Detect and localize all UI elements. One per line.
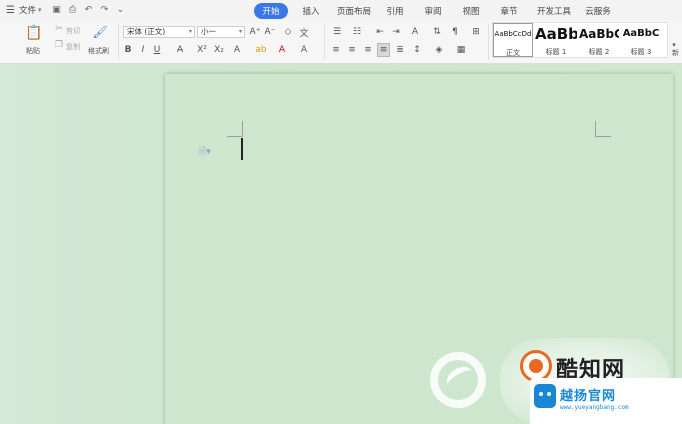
chevron-down-icon: ▾ (188, 28, 192, 35)
text-cursor (241, 138, 243, 160)
redo-icon[interactable]: ↷ (98, 3, 112, 17)
copy-button[interactable]: 复制 (66, 42, 80, 52)
divider (118, 24, 119, 60)
chevron-down-icon: ▾ (238, 28, 242, 35)
tab-references[interactable]: 引用 (386, 3, 404, 19)
style-sample: AaBb (535, 25, 577, 43)
bold-icon[interactable]: B (123, 44, 133, 56)
quick-access: ☰ 文件 ▾ ▣ ⎙ ↶ ↷ ⌄ (0, 3, 130, 17)
font-name-value: 宋体 (正文) (127, 27, 166, 36)
font-name-select[interactable]: 宋体 (正文) ▾ (123, 26, 195, 38)
sort-icon[interactable]: ⇅ (432, 26, 442, 38)
cut-button[interactable]: 剪切 (66, 26, 80, 36)
divider (324, 24, 325, 60)
style-heading-2[interactable]: AaBbC 标题 2 (579, 23, 619, 57)
format-painter-icon[interactable]: 🖌 (92, 24, 108, 40)
highlight-icon[interactable]: ab (254, 44, 268, 56)
style-name: 标题 1 (545, 48, 567, 56)
italic-icon[interactable]: I (138, 44, 148, 56)
strikethrough-icon[interactable]: A̶ (174, 44, 186, 56)
numbered-list-icon[interactable]: ☷ (350, 26, 364, 38)
format-painter-button[interactable]: 格式刷 (88, 46, 109, 56)
margin-mark-top-left (227, 121, 243, 137)
tab-section[interactable]: 章节 (500, 3, 518, 19)
watermark-robot-icon (534, 384, 556, 408)
font-color-icon[interactable]: A (276, 44, 288, 56)
style-name: 标题 3 (630, 48, 652, 56)
print-icon[interactable]: ⎙ (66, 3, 80, 17)
pinyin-icon[interactable]: 文 (298, 26, 310, 39)
tab-cloud[interactable]: 云服务 (584, 3, 612, 19)
style-sample: AaBbCcDd (494, 30, 532, 38)
paste-button[interactable]: 粘贴 (26, 46, 40, 56)
ribbon-tabs: 开始 插入 页面布局 引用 审阅 视图 章节 开发工具 云服务 (254, 3, 612, 19)
copy-icon[interactable]: ❐ (54, 40, 64, 50)
watermark-logo-dot (529, 359, 543, 373)
paste-icon[interactable]: 📋 (25, 24, 42, 42)
text-effect-icon[interactable]: A (231, 44, 243, 56)
undo-icon[interactable]: ↶ (82, 3, 96, 17)
save-icon[interactable]: ▣ (50, 3, 64, 17)
watermark-brand-bottom: 越扬官网 (560, 389, 617, 404)
line-spacing-icon[interactable]: ↕ (410, 44, 424, 56)
font-size-select[interactable]: 小一 ▾ (197, 26, 245, 38)
justify-icon[interactable]: ≡ (377, 43, 390, 57)
tab-insert[interactable]: 插入 (302, 3, 320, 19)
underline-icon[interactable]: U (152, 44, 162, 56)
font-size-value: 小一 (201, 27, 216, 36)
style-name: 正文 (506, 49, 520, 57)
margin-mark-top-right (595, 121, 611, 137)
border-icon[interactable]: ▦ (454, 44, 468, 56)
new-style-button[interactable]: 新 (672, 48, 679, 58)
superscript-icon[interactable]: X² (196, 44, 208, 56)
styles-gallery: AaBbCcDd 正文 AaBb 标题 1 AaBbC 标题 2 AaBbC 标… (492, 22, 668, 58)
tab-review[interactable]: 审阅 (424, 3, 442, 19)
tab-home[interactable]: 开始 (254, 3, 288, 19)
cut-icon[interactable]: ✂ (54, 24, 64, 34)
style-heading-3[interactable]: AaBbC 标题 3 (621, 23, 661, 57)
watermark-url: www.yueyangbang.com (560, 404, 629, 411)
subscript-icon[interactable]: X₂ (213, 44, 225, 56)
tab-page-layout[interactable]: 页面布局 (336, 3, 372, 19)
table-icon[interactable]: ⊞ (470, 26, 482, 38)
align-left-icon[interactable]: ≡ (330, 44, 342, 56)
char-shading-icon[interactable]: A (298, 44, 310, 56)
decrease-indent-icon[interactable]: ⇤ (374, 26, 386, 38)
paste-options-icon[interactable]: 🗎▾ (199, 144, 211, 160)
shrink-font-icon[interactable]: A⁻ (264, 26, 276, 38)
customize-icon[interactable]: ⌄ (114, 3, 128, 17)
align-center-icon[interactable]: ≡ (346, 44, 358, 56)
bullet-list-icon[interactable]: ☰ (330, 26, 344, 38)
style-heading-1[interactable]: AaBb 标题 1 (535, 23, 577, 57)
divider (488, 24, 489, 60)
menu-icon[interactable]: ☰ (6, 5, 16, 16)
style-sample: AaBbC (579, 27, 619, 41)
style-normal[interactable]: AaBbCcDd 正文 (493, 23, 533, 57)
distribute-icon[interactable]: ≣ (394, 44, 406, 56)
file-menu[interactable]: 文件 (19, 4, 36, 16)
text-direction-icon[interactable]: A (408, 26, 422, 38)
grow-font-icon[interactable]: A⁺ (249, 26, 261, 38)
align-right-icon[interactable]: ≡ (362, 44, 374, 56)
tab-developer[interactable]: 开发工具 (536, 3, 572, 19)
shading-icon[interactable]: ◈ (432, 44, 446, 56)
style-name: 标题 2 (588, 48, 610, 56)
increase-indent-icon[interactable]: ⇥ (390, 26, 402, 38)
style-sample: AaBbC (622, 28, 660, 39)
tab-view[interactable]: 视图 (462, 3, 480, 19)
ribbon: 📋 粘贴 ✂ 剪切 ❐ 复制 🖌 格式刷 宋体 (正文) ▾ 小一 ▾ A⁺ A⁻ … (0, 20, 682, 64)
clear-format-icon[interactable]: ◇ (282, 26, 294, 38)
chevron-down-icon[interactable]: ▾ (38, 6, 42, 14)
show-marks-icon[interactable]: ¶ (450, 26, 460, 38)
menu-bar: ☰ 文件 ▾ ▣ ⎙ ↶ ↷ ⌄ 开始 插入 页面布局 引用 审阅 视图 章节 … (0, 0, 682, 20)
